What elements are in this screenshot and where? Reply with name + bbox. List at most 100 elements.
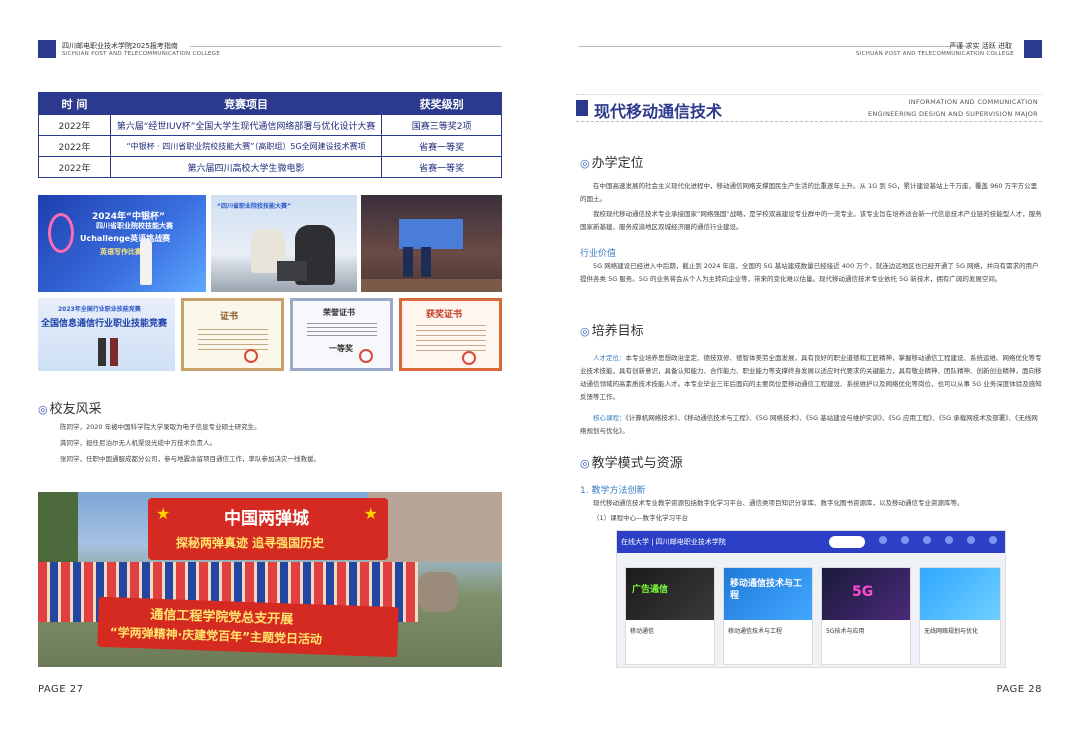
course-banner-text: 广告通信 [632, 585, 669, 595]
table-cell: 2022年 [38, 156, 111, 178]
title-square-icon [576, 100, 588, 116]
header-subtitle: SICHUAN POST AND TELECOMMUNICATION COLLE… [855, 51, 1014, 57]
photo-english-contest: 2024年“中银杯” 四川省职业院校技能大赛 Uchallenge英语挑战赛 英… [38, 195, 206, 292]
star-icon: ★ [156, 504, 171, 523]
right-page: 严谨 求实 活跃 进取 SICHUAN POST AND TELECOMMUNI… [540, 0, 1080, 733]
nav-icon [989, 536, 997, 544]
title-en-2: ENGINEERING DESIGN AND SUPERVISION MAJOR [867, 110, 1038, 118]
certificate-lines [307, 323, 377, 339]
paragraph: 核心课程：《计算机网络技术》、《移动通信技术与工程》、《5G 网络技术》、《5G… [580, 412, 1042, 438]
table-cell: “中银杯 · 四川省职业院校技能大赛”（高职组）5G全网建设技术赛项 [109, 135, 383, 157]
ring-icon: ◎ [580, 325, 590, 338]
paragraph-label: 核心课程： [593, 414, 626, 422]
course-banner: 广告通信 [626, 568, 714, 620]
section-heading: ◎ 教学模式与资源 [580, 452, 683, 471]
alumni-heading: ◎ 校友风采 [38, 398, 102, 417]
platform-search [829, 536, 865, 548]
ring-icon: ◎ [580, 157, 590, 170]
course-card[interactable]: 无线网络规划与优化 [919, 567, 1001, 665]
photo-caption: 2023年全国行业职业技能竞赛 [58, 306, 141, 313]
photo-person [421, 247, 431, 277]
table-cell: 2022年 [38, 114, 111, 136]
header-square [1024, 40, 1042, 58]
left-page: 四川邮电职业技术学院2025报考指南 SICHUAN POST AND TELE… [0, 0, 540, 733]
stone [418, 572, 458, 612]
paragraph: 人才定位：本专业培养思想政治坚定、德技双修、德智体美劳全面发展，具有良好的职业道… [580, 352, 1042, 404]
banner-text: 探秘两弹真迹 追寻强国历史 [176, 536, 325, 550]
course-name: 移动通信 [630, 628, 655, 635]
course-name: 移动通信技术与工程 [728, 628, 783, 635]
group-photo: 中国两弹城 探秘两弹真迹 追寻强国历史 ★ ★ 通信工程学院党总支开展 “学两弹… [38, 492, 502, 667]
section-title: 教学模式与资源 [591, 456, 683, 471]
table-row: 2022年 第六届“经世IUV杯”全国大学生现代通信网络部署与优化设计大赛 国赛… [38, 114, 502, 136]
platform-navbar: 在线大学 | 四川邮电职业技术学院 [617, 531, 1005, 553]
paragraph: 现代移动通信技术专业教学资源包括数字化学习平台、通信类项目知识分享库、数字化图书… [593, 499, 964, 507]
photo-person [403, 247, 413, 277]
ring-icon: ◎ [38, 403, 48, 416]
table-header-row: 时 间 竞赛项目 获奖级别 [38, 92, 502, 115]
certificate-lines [416, 325, 486, 353]
course-card[interactable]: 5G 5G技术与应用 [821, 567, 911, 665]
alumni-line: 龚同学，担任尼泊尔无人机渠设光缆中方技术负责人。 [60, 439, 216, 447]
course-card[interactable]: 广告通信 移动通信 [625, 567, 715, 665]
section-heading: ◎ 培养目标 [580, 320, 644, 339]
photo-industry-contest: 2023年全国行业职业技能竞赛 全国信息通信行业职业技能竞赛 [38, 298, 175, 371]
photo-laptop [277, 261, 307, 281]
title-underline [576, 121, 1042, 122]
table-row: 2022年 第六届四川高校大学生微电影 省赛一等奖 [38, 156, 502, 178]
course-banner-text: 5G [852, 584, 874, 600]
awards-table: 时 间 竞赛项目 获奖级别 2022年 第六届“经世IUV杯”全国大学生现代通信… [38, 92, 502, 178]
course-name: 无线网络规划与优化 [924, 628, 979, 635]
photo-caption: 全国信息通信行业职业技能竞赛 [41, 319, 168, 329]
banner-text: 中国两弹城 [224, 509, 309, 529]
alumni-line: 张同学，任职中国通服成都分公司，参与地震余留项目通信工作，率队参加决灾一线救援。 [60, 455, 320, 463]
course-banner: 5G [822, 568, 910, 620]
photo-person [140, 239, 152, 285]
title-en-1: INFORMATION AND COMMUNICATION [908, 98, 1038, 106]
course-banner [920, 568, 1000, 620]
paragraph: 我校现代移动通信技术专业承接国家“网络强国”战略，是学校双高建设专业群中的一流专… [580, 210, 1042, 231]
col-competition: 竞赛项目 [109, 92, 383, 115]
header-divider [578, 46, 968, 47]
platform-brand: 在线大学 | 四川邮电职业技术学院 [621, 538, 726, 546]
course-banner-text: 移动通信技术与工程 [730, 579, 803, 601]
photo-screen [399, 219, 463, 249]
nav-icon [923, 536, 931, 544]
photo-person [110, 338, 118, 366]
nav-icon [967, 536, 975, 544]
certificate-lines [198, 329, 268, 353]
col-time: 时 间 [38, 92, 111, 115]
header-title: 严谨 求实 活跃 进取 [949, 42, 1012, 50]
subheading: 1. 教学方法创新 [580, 486, 646, 496]
table-cell: 省赛一等奖 [381, 135, 502, 157]
platform-screenshot: 在线大学 | 四川邮电职业技术学院 广告通信 移动通信 移动通信技术与工程 移动… [616, 530, 1006, 668]
banner-text: 通信工程学院党总支开展 [150, 607, 294, 628]
certificate-seal [359, 349, 373, 363]
table-cell: 第六届四川高校大学生微电影 [109, 156, 383, 178]
table-cell: 2022年 [38, 135, 111, 157]
photo-person [98, 338, 106, 366]
photo-building [368, 492, 502, 562]
photo-stage [361, 195, 502, 292]
course-name: 5G技术与应用 [826, 628, 865, 635]
course-banner: 移动通信技术与工程 [724, 568, 812, 620]
certificate-award: 一等奖 [329, 344, 353, 353]
certificate-title: 获奖证书 [426, 310, 463, 320]
header-square [38, 40, 56, 58]
certificate-title: 证书 [220, 312, 239, 322]
photo-stage-floor [361, 279, 502, 292]
header-title: 四川邮电职业技术学院2025报考指南 [62, 42, 178, 50]
subheading: 行业价值 [580, 249, 617, 259]
table-cell: 国赛三等奖2项 [381, 114, 502, 136]
nav-icon [879, 536, 887, 544]
photo-caption: “四川省职业院校技能大赛” [217, 203, 291, 210]
nav-icon [901, 536, 909, 544]
section-heading: ◎ 办学定位 [580, 152, 644, 171]
table-row: 2022年 “中银杯 · 四川省职业院校技能大赛”（高职组）5G全网建设技术赛项… [38, 135, 502, 157]
certificate-2: 荣誉证书 一等奖 [290, 298, 393, 371]
paragraph-text: 《计算机网络技术》、《移动通信技术与工程》、《5G 网络技术》、《5G 基站建设… [580, 414, 1038, 435]
alumni-title: 校友风采 [49, 402, 102, 417]
page-number: PAGE 28 [996, 684, 1042, 695]
course-card[interactable]: 移动通信技术与工程 移动通信技术与工程 [723, 567, 813, 665]
ring-icon: ◎ [580, 457, 590, 470]
